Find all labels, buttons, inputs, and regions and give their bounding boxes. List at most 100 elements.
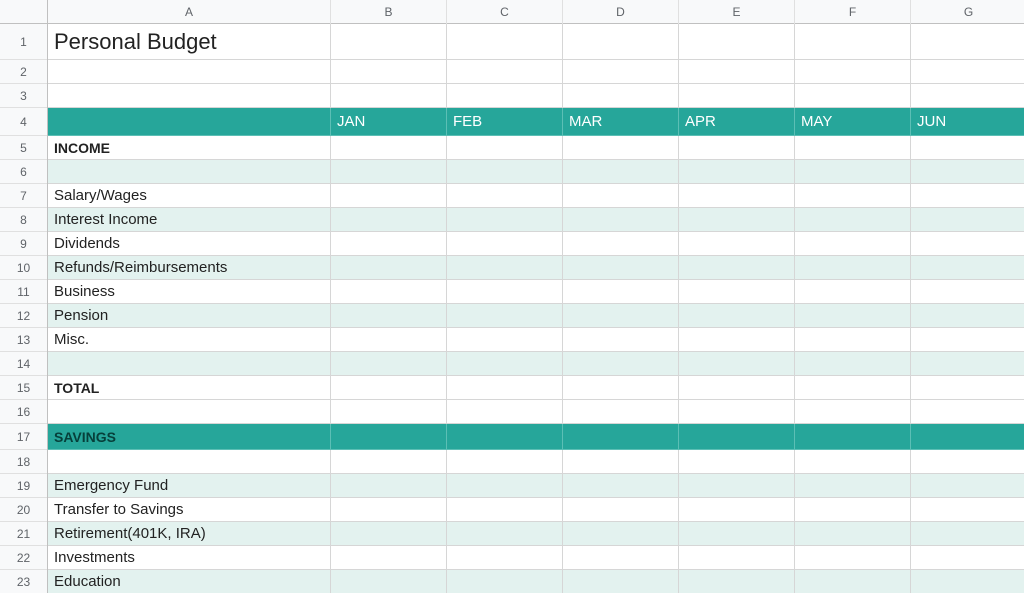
cell-E11[interactable] xyxy=(679,280,795,304)
column-header-A[interactable]: A xyxy=(48,0,331,24)
cell-G21[interactable] xyxy=(911,522,1024,546)
row-header-19[interactable]: 19 xyxy=(0,474,47,498)
row-header-16[interactable]: 16 xyxy=(0,400,47,424)
cell-A16[interactable] xyxy=(48,400,331,424)
cell-G10[interactable] xyxy=(911,256,1024,280)
cell-A19[interactable]: Emergency Fund xyxy=(48,474,331,498)
cell-D22[interactable] xyxy=(563,546,679,570)
cell-G16[interactable] xyxy=(911,400,1024,424)
cell-D21[interactable] xyxy=(563,522,679,546)
cell-D7[interactable] xyxy=(563,184,679,208)
cell-C17[interactable] xyxy=(447,424,563,450)
column-header-B[interactable]: B xyxy=(331,0,447,24)
cell-D1[interactable] xyxy=(563,24,679,60)
cell-C20[interactable] xyxy=(447,498,563,522)
cell-E18[interactable] xyxy=(679,450,795,474)
cell-A13[interactable]: Misc. xyxy=(48,328,331,352)
cell-A1[interactable]: Personal Budget xyxy=(48,24,331,60)
row-header-5[interactable]: 5 xyxy=(0,136,47,160)
column-header-C[interactable]: C xyxy=(447,0,563,24)
row-header-10[interactable]: 10 xyxy=(0,256,47,280)
cell-G13[interactable] xyxy=(911,328,1024,352)
cell-C18[interactable] xyxy=(447,450,563,474)
cell-B10[interactable] xyxy=(331,256,447,280)
cell-D18[interactable] xyxy=(563,450,679,474)
cell-E5[interactable] xyxy=(679,136,795,160)
cell-F5[interactable] xyxy=(795,136,911,160)
cell-E17[interactable] xyxy=(679,424,795,450)
cell-G8[interactable] xyxy=(911,208,1024,232)
cell-B21[interactable] xyxy=(331,522,447,546)
cell-G20[interactable] xyxy=(911,498,1024,522)
cell-B5[interactable] xyxy=(331,136,447,160)
cell-F16[interactable] xyxy=(795,400,911,424)
cell-C14[interactable] xyxy=(447,352,563,376)
cell-F23[interactable] xyxy=(795,570,911,593)
cell-F15[interactable] xyxy=(795,376,911,400)
column-header-D[interactable]: D xyxy=(563,0,679,24)
cell-C7[interactable] xyxy=(447,184,563,208)
row-header-8[interactable]: 8 xyxy=(0,208,47,232)
cell-G18[interactable] xyxy=(911,450,1024,474)
cell-D14[interactable] xyxy=(563,352,679,376)
cell-F7[interactable] xyxy=(795,184,911,208)
cell-G5[interactable] xyxy=(911,136,1024,160)
cell-F20[interactable] xyxy=(795,498,911,522)
cell-D11[interactable] xyxy=(563,280,679,304)
cell-F19[interactable] xyxy=(795,474,911,498)
row-header-23[interactable]: 23 xyxy=(0,570,47,593)
row-header-9[interactable]: 9 xyxy=(0,232,47,256)
cell-B12[interactable] xyxy=(331,304,447,328)
cell-G23[interactable] xyxy=(911,570,1024,593)
cell-E7[interactable] xyxy=(679,184,795,208)
cell-C13[interactable] xyxy=(447,328,563,352)
row-header-7[interactable]: 7 xyxy=(0,184,47,208)
cell-A8[interactable]: Interest Income xyxy=(48,208,331,232)
cell-D6[interactable] xyxy=(563,160,679,184)
cell-E3[interactable] xyxy=(679,84,795,108)
cell-F18[interactable] xyxy=(795,450,911,474)
cell-F8[interactable] xyxy=(795,208,911,232)
cell-E15[interactable] xyxy=(679,376,795,400)
cell-E14[interactable] xyxy=(679,352,795,376)
cell-D8[interactable] xyxy=(563,208,679,232)
row-header-2[interactable]: 2 xyxy=(0,60,47,84)
cell-D19[interactable] xyxy=(563,474,679,498)
row-header-12[interactable]: 12 xyxy=(0,304,47,328)
row-header-6[interactable]: 6 xyxy=(0,160,47,184)
row-header-21[interactable]: 21 xyxy=(0,522,47,546)
cell-grid[interactable]: Personal BudgetJANFEBMARAPRMAYJUNINCOMES… xyxy=(48,24,1024,593)
cell-D4[interactable]: MAR xyxy=(563,108,679,136)
cell-D16[interactable] xyxy=(563,400,679,424)
cell-B19[interactable] xyxy=(331,474,447,498)
cell-A10[interactable]: Refunds/Reimbursements xyxy=(48,256,331,280)
cell-C19[interactable] xyxy=(447,474,563,498)
cell-A17[interactable]: SAVINGS xyxy=(48,424,331,450)
cell-F1[interactable] xyxy=(795,24,911,60)
cell-G22[interactable] xyxy=(911,546,1024,570)
cell-G11[interactable] xyxy=(911,280,1024,304)
cell-A23[interactable]: Education xyxy=(48,570,331,593)
cell-C15[interactable] xyxy=(447,376,563,400)
column-header-G[interactable]: G xyxy=(911,0,1024,24)
cell-B7[interactable] xyxy=(331,184,447,208)
select-all-corner[interactable] xyxy=(0,0,48,24)
cell-F10[interactable] xyxy=(795,256,911,280)
cell-B11[interactable] xyxy=(331,280,447,304)
cell-G6[interactable] xyxy=(911,160,1024,184)
row-header-13[interactable]: 13 xyxy=(0,328,47,352)
cell-D23[interactable] xyxy=(563,570,679,593)
cell-C9[interactable] xyxy=(447,232,563,256)
cell-A22[interactable]: Investments xyxy=(48,546,331,570)
cell-F4[interactable]: MAY xyxy=(795,108,911,136)
cell-F6[interactable] xyxy=(795,160,911,184)
cell-A9[interactable]: Dividends xyxy=(48,232,331,256)
cell-A5[interactable]: INCOME xyxy=(48,136,331,160)
cell-D10[interactable] xyxy=(563,256,679,280)
cell-A4[interactable] xyxy=(48,108,331,136)
cell-F17[interactable] xyxy=(795,424,911,450)
cell-B4[interactable]: JAN xyxy=(331,108,447,136)
cell-B1[interactable] xyxy=(331,24,447,60)
cell-C22[interactable] xyxy=(447,546,563,570)
column-header-E[interactable]: E xyxy=(679,0,795,24)
